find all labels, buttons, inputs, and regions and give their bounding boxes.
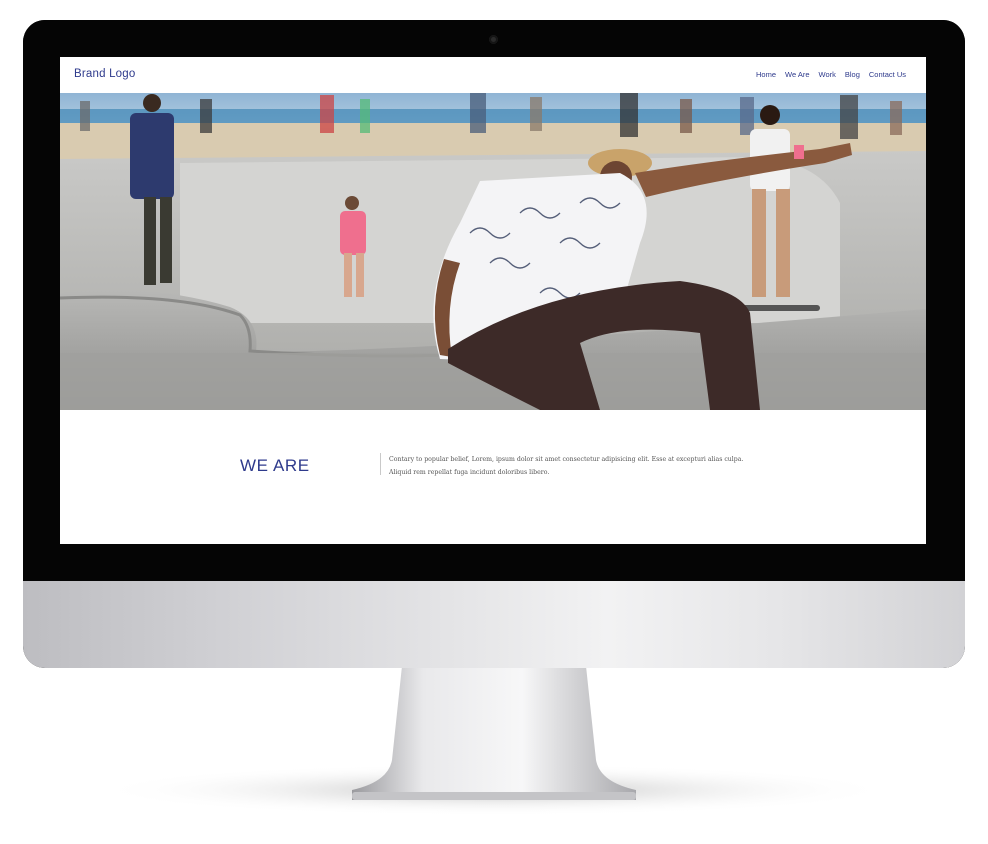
nav-contact-us[interactable]: Contact Us — [869, 70, 906, 79]
monitor-chin — [23, 581, 965, 668]
nav-home[interactable]: Home — [756, 70, 776, 79]
skatepark-photo — [60, 93, 926, 410]
divider — [380, 453, 381, 475]
top-navigation: Brand Logo Home We Are Work Blog Contact… — [60, 57, 926, 93]
nav-work[interactable]: Work — [819, 70, 836, 79]
intro-line-2: Aliquid rem repellat fuga incidunt dolor… — [389, 469, 550, 476]
camera-icon — [489, 35, 498, 44]
intro-paragraph: Contary to popular belief, Lorem, ipsum … — [389, 453, 769, 479]
monitor: Brand Logo Home We Are Work Blog Contact… — [23, 20, 965, 668]
nav-blog[interactable]: Blog — [845, 70, 860, 79]
intro-line-1: Contary to popular belief, Lorem, ipsum … — [389, 456, 744, 463]
hero-image — [60, 93, 926, 410]
intro-section: WE ARE Contary to popular belief, Lorem,… — [60, 410, 926, 544]
website-screen: Brand Logo Home We Are Work Blog Contact… — [60, 57, 926, 544]
nav-we-are[interactable]: We Are — [785, 70, 809, 79]
brand-logo[interactable]: Brand Logo — [74, 68, 135, 80]
nav-menu: Home We Are Work Blog Contact Us — [756, 70, 906, 79]
section-heading: WE ARE — [240, 456, 310, 475]
